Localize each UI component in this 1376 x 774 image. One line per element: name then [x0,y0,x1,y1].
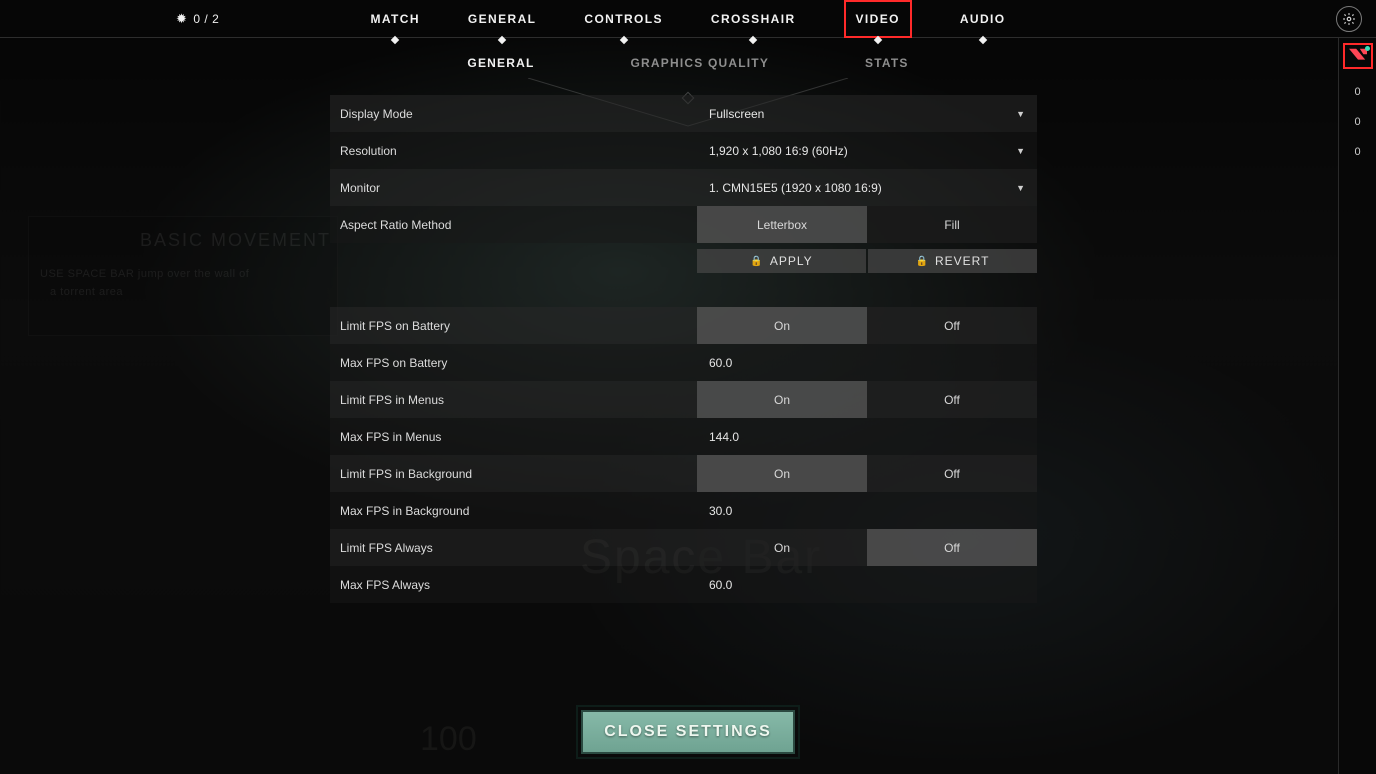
right-rail: 0 0 0 [1338,38,1376,774]
gear-icon[interactable] [1336,6,1362,32]
chevron-down-icon: ▼ [1016,109,1025,119]
row-max-fps-menus: Max FPS in Menus 144.0 [330,418,1037,455]
rail-count-1: 0 [1354,116,1360,128]
row-apply-revert: 🔒 APPLY 🔒 REVERT [330,249,1037,273]
tab-crosshair[interactable]: CROSSHAIR [711,0,796,38]
option-fill[interactable]: Fill [867,206,1037,243]
input-max-fps-always[interactable]: 60.0 [697,566,1037,603]
revert-label: REVERT [935,254,989,268]
option-off[interactable]: Off [867,455,1037,492]
row-limit-fps-battery: Limit FPS on Battery On Off [330,307,1037,344]
option-on[interactable]: On [697,381,867,418]
tab-match[interactable]: MATCH [370,0,419,38]
subtab-stats[interactable]: STATS [865,56,909,70]
row-max-fps-background: Max FPS in Background 30.0 [330,492,1037,529]
label-limit-fps-menus: Limit FPS in Menus [330,381,697,418]
apply-button[interactable]: 🔒 APPLY [697,249,866,273]
rail-count-0: 0 [1354,86,1360,98]
tab-audio[interactable]: AUDIO [960,0,1006,38]
label-aspect-ratio: Aspect Ratio Method [330,206,697,243]
toggle-limit-fps-battery: On Off [697,307,1037,344]
topbar: ✹ 0 / 2 MATCH GENERAL CONTROLS CROSSHAIR… [0,0,1376,38]
row-resolution: Resolution 1,920 x 1,080 16:9 (60Hz) ▼ [330,132,1037,169]
settings-panel: Display Mode Fullscreen ▼ Resolution 1,9… [330,95,1037,603]
label-max-fps-menus: Max FPS in Menus [330,418,697,455]
close-settings-button[interactable]: CLOSE SETTINGS [581,710,795,754]
tab-controls[interactable]: CONTROLS [584,0,663,38]
subnav: GENERAL GRAPHICS QUALITY STATS [0,56,1376,70]
online-status-dot [1365,46,1370,51]
tab-general[interactable]: GENERAL [468,0,536,38]
input-max-fps-battery[interactable]: 60.0 [697,344,1037,381]
toggle-aspect-ratio: Letterbox Fill [697,206,1037,243]
option-off[interactable]: Off [867,529,1037,566]
game-logo-icon[interactable] [1344,44,1372,68]
revert-button[interactable]: 🔒 REVERT [868,249,1037,273]
label-max-fps-battery: Max FPS on Battery [330,344,697,381]
lock-icon: 🔒 [916,256,929,267]
toggle-limit-fps-menus: On Off [697,381,1037,418]
value-monitor: 1. CMN15E5 (1920 x 1080 16:9) [709,181,882,195]
option-off[interactable]: Off [867,307,1037,344]
label-limit-fps-background: Limit FPS in Background [330,455,697,492]
chevron-down-icon: ▼ [1016,183,1025,193]
input-max-fps-menus[interactable]: 144.0 [697,418,1037,455]
apply-label: APPLY [770,254,813,268]
row-max-fps-battery: Max FPS on Battery 60.0 [330,344,1037,381]
label-limit-fps-always: Limit FPS Always [330,529,697,566]
label-limit-fps-battery: Limit FPS on Battery [330,307,697,344]
row-limit-fps-menus: Limit FPS in Menus On Off [330,381,1037,418]
row-monitor: Monitor 1. CMN15E5 (1920 x 1080 16:9) ▼ [330,169,1037,206]
tab-video[interactable]: VIDEO [844,0,912,38]
label-max-fps-always: Max FPS Always [330,566,697,603]
option-off[interactable]: Off [867,381,1037,418]
value-display-mode: Fullscreen [709,107,764,121]
close-settings-wrap: CLOSE SETTINGS [581,710,795,754]
row-display-mode: Display Mode Fullscreen ▼ [330,95,1037,132]
label-display-mode: Display Mode [330,95,697,132]
subtab-graphics-quality[interactable]: GRAPHICS QUALITY [630,56,769,70]
dropdown-resolution[interactable]: 1,920 x 1,080 16:9 (60Hz) ▼ [697,132,1037,169]
row-aspect-ratio: Aspect Ratio Method Letterbox Fill [330,206,1037,243]
input-max-fps-background[interactable]: 30.0 [697,492,1037,529]
topbar-tabs: MATCH GENERAL CONTROLS CROSSHAIR VIDEO A… [0,0,1376,38]
toggle-limit-fps-background: On Off [697,455,1037,492]
row-max-fps-always: Max FPS Always 60.0 [330,566,1037,603]
label-resolution: Resolution [330,132,697,169]
option-letterbox[interactable]: Letterbox [697,206,867,243]
dropdown-display-mode[interactable]: Fullscreen ▼ [697,95,1037,132]
toggle-limit-fps-always: On Off [697,529,1037,566]
row-limit-fps-background: Limit FPS in Background On Off [330,455,1037,492]
subtab-general[interactable]: GENERAL [467,56,534,70]
option-on[interactable]: On [697,455,867,492]
chevron-down-icon: ▼ [1016,146,1025,156]
label-max-fps-background: Max FPS in Background [330,492,697,529]
value-resolution: 1,920 x 1,080 16:9 (60Hz) [709,144,848,158]
row-limit-fps-always: Limit FPS Always On Off [330,529,1037,566]
lock-icon: 🔒 [750,256,763,267]
label-monitor: Monitor [330,169,697,206]
rail-count-2: 0 [1354,146,1360,158]
option-on[interactable]: On [697,529,867,566]
option-on[interactable]: On [697,307,867,344]
dropdown-monitor[interactable]: 1. CMN15E5 (1920 x 1080 16:9) ▼ [697,169,1037,206]
